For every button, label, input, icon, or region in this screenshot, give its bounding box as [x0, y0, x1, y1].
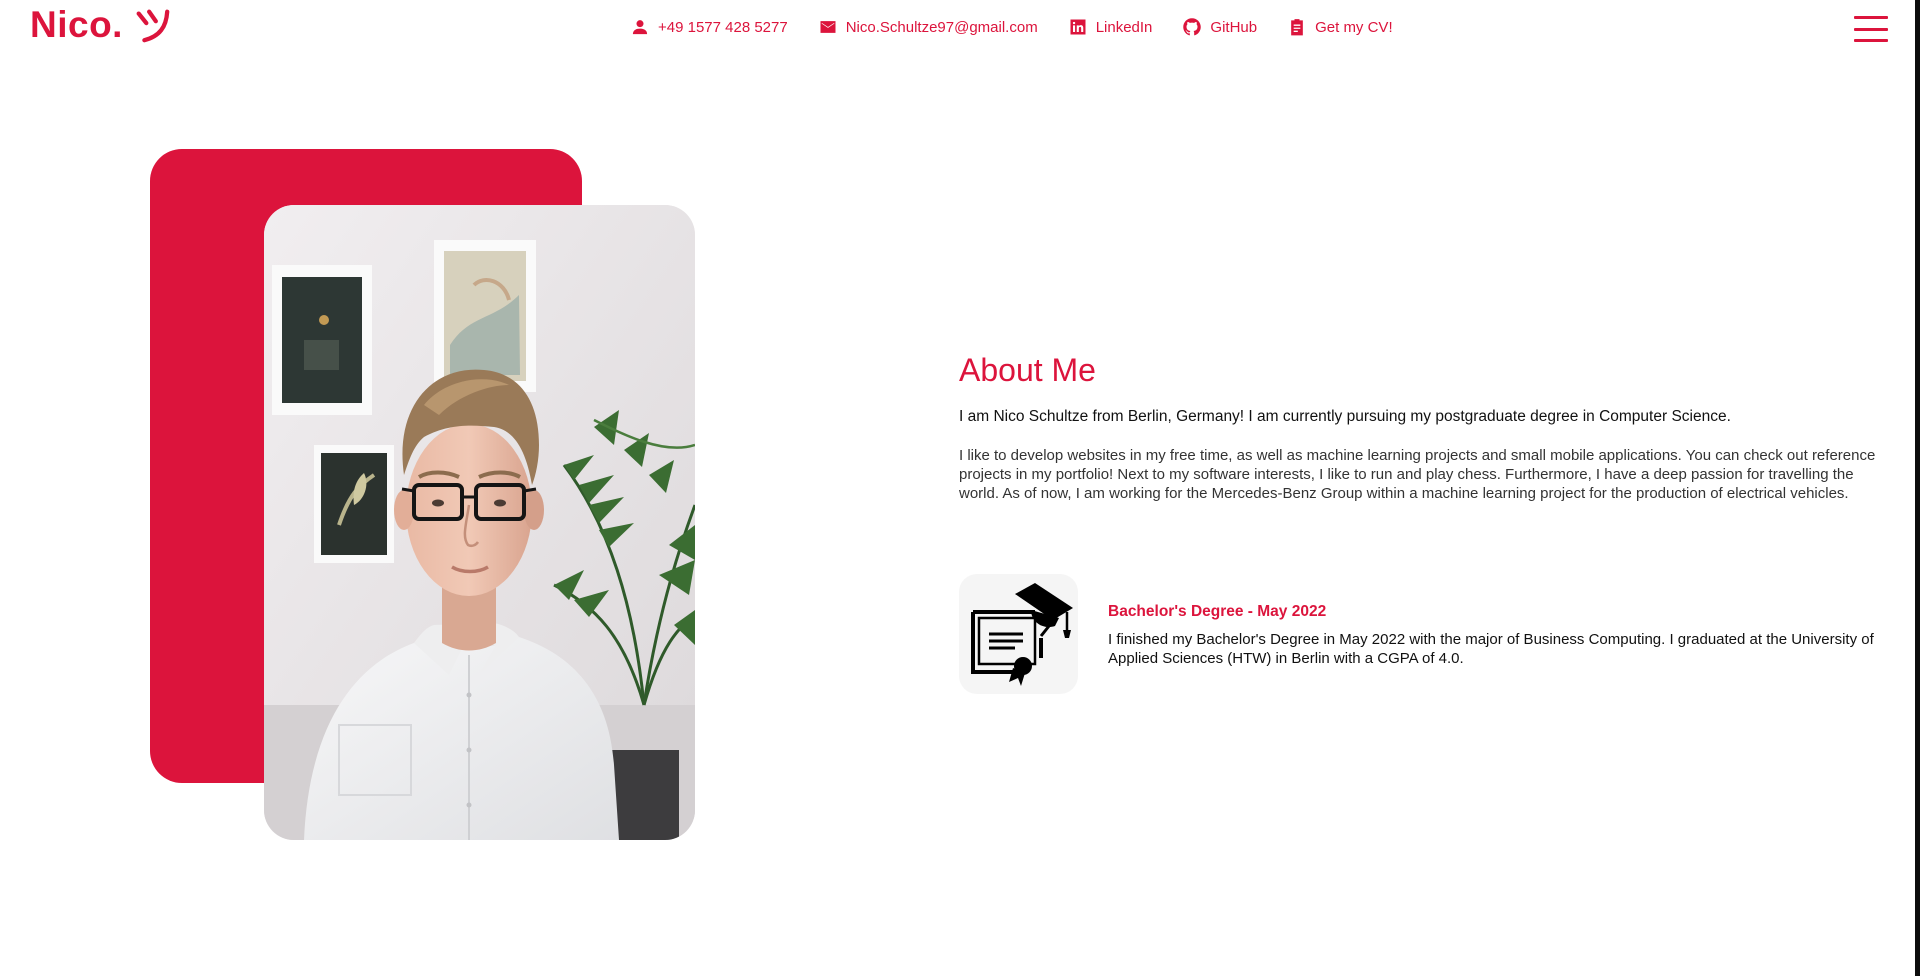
mail-icon — [820, 21, 836, 33]
contact-nav: +49 1577 428 5277 Nico.Schultze97@gmail.… — [630, 17, 1393, 37]
linkedin-icon — [1070, 19, 1086, 35]
page: Nico. +49 1577 428 5277 Nico.Schultze97@… — [0, 0, 1920, 976]
nav-github[interactable]: GitHub — [1182, 17, 1257, 37]
portrait-illustration — [264, 205, 695, 840]
person-icon — [632, 20, 648, 35]
about-title: About Me — [959, 352, 1096, 388]
education-card: Bachelor's Degree - May 2022 I finished … — [959, 574, 1905, 694]
about-section: About Me I am Nico Schultze from Berlin,… — [959, 348, 1905, 503]
screen-edge — [1915, 0, 1920, 976]
logo-link[interactable]: Nico. — [30, 4, 171, 46]
education-text: Bachelor's Degree - May 2022 I finished … — [1108, 601, 1905, 668]
logo-mark-icon — [136, 9, 170, 43]
about-intro: I am Nico Schultze from Berlin, Germany!… — [959, 408, 1731, 425]
nav-github-label: GitHub — [1210, 18, 1258, 36]
nav-phone-label: +49 1577 428 5277 — [658, 18, 788, 36]
nav-email[interactable]: Nico.Schultze97@gmail.com — [818, 17, 1038, 37]
diploma-icon — [970, 583, 1073, 686]
hamburger-line — [1854, 27, 1888, 31]
education-description: I finished my Bachelor's Degree in May 2… — [1108, 631, 1874, 667]
clipboard-icon — [1291, 19, 1303, 36]
hamburger-line — [1854, 39, 1888, 42]
diploma-icon-tile — [959, 574, 1078, 694]
nav-cv-label: Get my CV! — [1315, 18, 1393, 36]
hamburger-line — [1854, 16, 1888, 19]
nav-linkedin-label: LinkedIn — [1095, 18, 1153, 36]
nav-phone[interactable]: +49 1577 428 5277 — [630, 17, 788, 37]
nav-email-label: Nico.Schultze97@gmail.com — [845, 18, 1038, 36]
portrait-photo — [264, 205, 695, 840]
github-icon — [1183, 18, 1202, 36]
site-header: Nico. +49 1577 428 5277 Nico.Schultze97@… — [0, 0, 1915, 58]
logo-text: Nico. — [30, 4, 123, 45]
about-body: I like to develop websites in my free ti… — [959, 447, 1876, 502]
hamburger-menu-button[interactable] — [1854, 14, 1888, 44]
nav-cv[interactable]: Get my CV! — [1287, 17, 1393, 37]
nav-linkedin[interactable]: LinkedIn — [1068, 17, 1153, 37]
education-title: Bachelor's Degree - May 2022 — [1108, 603, 1327, 620]
